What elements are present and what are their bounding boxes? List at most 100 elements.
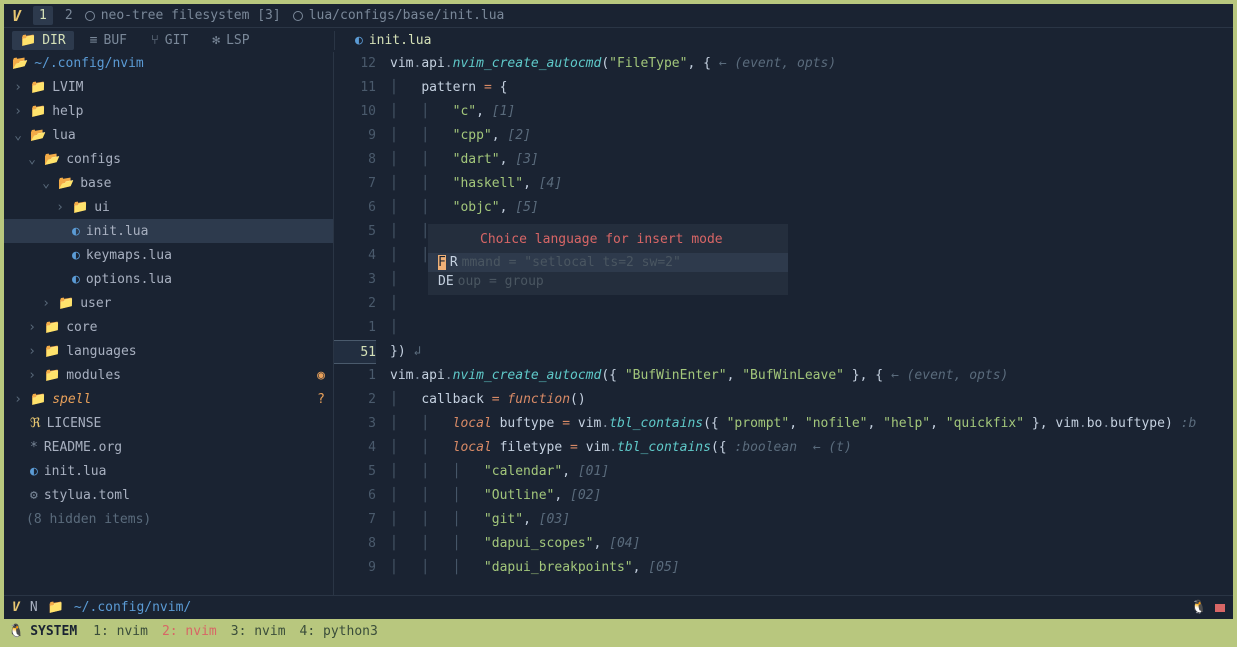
tmux-window-2[interactable]: 2: nvim	[162, 624, 217, 639]
code-editor[interactable]: 12111098765432151123456789 vim.api.nvim_…	[334, 52, 1233, 595]
editor-buffer-tab[interactable]: ◐ init.lua	[349, 31, 437, 50]
sidebar-tab-lsp[interactable]: ✻ LSP	[204, 31, 257, 50]
sidebar-tab-label: DIR	[42, 33, 65, 48]
file-icon: ◐	[72, 272, 80, 287]
popup-ghost-text: mmand = "setlocal ts=2 sw=2"	[462, 255, 681, 270]
tree-item-user[interactable]: ›📁user	[4, 291, 333, 315]
sidebar-tab-git[interactable]: ⑂ GIT	[143, 31, 196, 50]
line-number: 12	[334, 52, 376, 76]
tree-item-label: ui	[94, 200, 110, 215]
tree-item-options-lua[interactable]: ◐options.lua	[4, 267, 333, 291]
tree-item-lua[interactable]: ⌄ 📂 lua	[4, 123, 333, 147]
line-number: 7	[334, 172, 376, 196]
list-icon: ≡	[90, 33, 98, 48]
window-tab-1[interactable]: 1	[33, 6, 53, 25]
chevron-icon: ⌄	[12, 128, 24, 143]
circle-icon	[293, 11, 303, 21]
tree-item-lvim[interactable]: ›📁LVIM	[4, 75, 333, 99]
tree-root-path[interactable]: 📂 ~/.config/nvim	[4, 54, 333, 75]
tree-item-readme-org[interactable]: *README.org	[4, 435, 333, 459]
tree-item-stylua-toml[interactable]: ⚙stylua.toml	[4, 483, 333, 507]
tmux-session-name[interactable]: 🐧 SYSTEM	[8, 624, 79, 639]
tree-item-label: LVIM	[52, 80, 83, 95]
circle-icon	[85, 11, 95, 21]
tree-item-base[interactable]: ⌄ 📂 base	[4, 171, 333, 195]
tree-item-marker-icon: ◉	[317, 368, 325, 383]
line-number: 7	[334, 508, 376, 532]
sidebar-tab-dir[interactable]: 📁 DIR	[12, 31, 74, 50]
file-tree-sidebar[interactable]: 📂 ~/.config/nvim ›📁LVIM›📁help⌄📂lua⌄📂conf…	[4, 52, 334, 595]
tree-item-label: languages	[66, 344, 136, 359]
buffer-tab-neotree[interactable]: neo-tree filesystem [3]	[85, 8, 281, 23]
file-icon: 📁	[72, 200, 88, 215]
tree-item-init-lua[interactable]: ◐init.lua	[4, 219, 333, 243]
chevron-icon: ›	[12, 392, 24, 407]
sidebar-tab-label: BUF	[104, 33, 127, 48]
chevron-icon: ⌄	[40, 176, 52, 191]
tree-item-keymaps-lua[interactable]: ◐ keymaps.lua	[4, 243, 333, 267]
popup-cursor: F	[438, 255, 446, 270]
tmux-bar: 🐧 SYSTEM 1: nvim 2: nvim 3: nvim 4: python3	[4, 619, 1233, 643]
window-tab-2[interactable]: 2	[65, 8, 73, 23]
file-icon: ◐	[72, 248, 80, 263]
lua-file-icon: ◐	[355, 33, 363, 48]
tree-item-label: stylua.toml	[44, 488, 130, 503]
line-number: 6	[334, 196, 376, 220]
chevron-icon: ⌄	[26, 152, 38, 167]
file-icon: 📁	[30, 392, 46, 407]
tree-item-languages[interactable]: ›📁languages	[4, 339, 333, 363]
line-number: 3	[334, 412, 376, 436]
linux-icon: 🐧	[8, 624, 24, 639]
tree-item-configs[interactable]: ⌄📂configs	[4, 147, 333, 171]
tree-item-core[interactable]: ›📁core	[4, 315, 333, 339]
status-path: ~/.config/nvim/	[74, 600, 191, 615]
popup-key: DE	[438, 274, 454, 289]
lsp-icon: ✻	[212, 33, 220, 48]
line-number: 2	[334, 292, 376, 316]
window-tabbar: V 1 2 neo-tree filesystem [3] lua/config…	[4, 4, 1233, 28]
tree-item-label: base	[80, 176, 111, 191]
tree-item-label: lua	[52, 128, 75, 143]
completion-popup[interactable]: Choice language for insert mode FRmmand …	[428, 224, 788, 295]
chevron-icon: ›	[26, 320, 38, 335]
tree-item-init-lua[interactable]: ◐init.lua	[4, 459, 333, 483]
line-number: 9	[334, 556, 376, 580]
tree-item-ui[interactable]: ›📁ui	[4, 195, 333, 219]
file-icon: 📁	[30, 80, 46, 95]
line-number: 8	[334, 532, 376, 556]
tree-item-label: help	[52, 104, 83, 119]
sidebar-tab-buf[interactable]: ≡ BUF	[82, 31, 135, 50]
tmux-window-1[interactable]: 1: nvim	[93, 624, 148, 639]
file-icon: ◐	[72, 224, 80, 239]
tmux-system-label: SYSTEM	[28, 624, 79, 639]
popup-key-rest: R	[450, 255, 458, 270]
tree-item-help[interactable]: ›📁help	[4, 99, 333, 123]
tree-item-label: keymaps.lua	[86, 248, 172, 263]
buffer-tab-label: neo-tree filesystem [3]	[101, 8, 281, 23]
line-number: 2	[334, 388, 376, 412]
tmux-window-3[interactable]: 3: nvim	[231, 624, 286, 639]
statusbar: V N 📁 ~/.config/nvim/ 🐧	[4, 595, 1233, 619]
buffer-tab-initlua[interactable]: lua/configs/base/init.lua	[293, 8, 505, 23]
popup-title: Choice language for insert mode	[428, 228, 788, 253]
popup-option-de[interactable]: DEoup = group	[428, 272, 788, 291]
tree-item-label: configs	[66, 152, 121, 167]
tmux-window-4[interactable]: 4: python3	[300, 624, 378, 639]
line-number: 11	[334, 76, 376, 100]
tree-item-modules[interactable]: ›📁modules◉	[4, 363, 333, 387]
panel-tabs: 📁 DIR ≡ BUF ⑂ GIT ✻ LSP ◐ init.lua	[4, 28, 1233, 52]
tree-item-license[interactable]: ℜLICENSE	[4, 411, 333, 435]
file-icon: 📁	[58, 296, 74, 311]
line-number-gutter: 12111098765432151123456789	[334, 52, 390, 595]
file-icon: 📁	[44, 320, 60, 335]
folder-icon: 📁	[48, 600, 64, 615]
file-icon: 📁	[44, 368, 60, 383]
branch-icon: ⑂	[151, 33, 159, 48]
file-icon: 📂	[58, 176, 74, 191]
popup-option-fr[interactable]: FRmmand = "setlocal ts=2 sw=2"	[428, 253, 788, 272]
code-area[interactable]: vim.api.nvim_create_autocmd("FileType", …	[390, 52, 1233, 595]
tree-item-spell[interactable]: ›📁spell?	[4, 387, 333, 411]
status-logo: V	[12, 600, 20, 615]
file-icon: 📂	[30, 128, 46, 143]
buffer-filename: init.lua	[369, 33, 432, 48]
